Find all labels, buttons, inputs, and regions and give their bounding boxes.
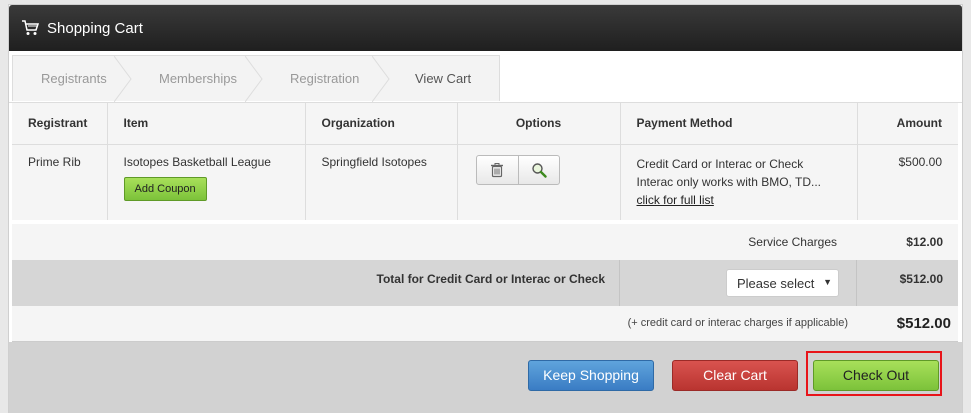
service-charges-amount: $12.00	[906, 235, 943, 249]
chevron-right-icon	[114, 56, 132, 102]
shopping-cart-panel: Shopping Cart Registrants Memberships Re…	[8, 4, 963, 413]
registrant-cell: Prime Rib	[12, 144, 108, 220]
breadcrumb-registration[interactable]: Registration	[262, 56, 390, 102]
item-name: Isotopes Basketball League	[123, 154, 271, 169]
clear-cart-button[interactable]: Clear Cart	[672, 360, 798, 391]
breadcrumb-memberships[interactable]: Memberships	[131, 56, 263, 102]
trash-icon	[491, 162, 503, 177]
payment-method-select[interactable]: Please select ▼	[726, 269, 839, 297]
payment-method-cell: Credit Card or Interac or Check Interac …	[620, 144, 858, 220]
options-button-group	[475, 154, 560, 185]
magnifier-icon	[531, 162, 547, 178]
view-button[interactable]	[517, 155, 559, 184]
cart-icon	[21, 19, 40, 37]
col-registrant: Registrant	[12, 103, 108, 145]
col-amount: Amount	[857, 103, 958, 145]
keep-shopping-button[interactable]: Keep Shopping	[528, 360, 654, 391]
total-row: Total for Credit Card or Interac or Chec…	[12, 260, 958, 306]
service-charges-label: Service Charges	[748, 235, 837, 249]
col-options: Options	[457, 103, 621, 145]
payment-methods-text: Credit Card or Interac or Check	[636, 156, 804, 171]
table-row: Prime Rib Isotopes Basketball League Add…	[12, 144, 958, 220]
item-cell: Isotopes Basketball League Add Coupon	[107, 144, 306, 220]
col-item: Item	[107, 103, 306, 145]
delete-button[interactable]	[477, 156, 518, 184]
grand-total-row: (+ credit card or interac charges if app…	[12, 306, 958, 342]
options-cell	[457, 144, 621, 220]
cart-footer: Keep Shopping Clear Cart Check Out	[9, 342, 962, 413]
breadcrumb-view-cart: View Cart	[415, 71, 472, 86]
chevron-right-icon	[245, 56, 263, 102]
total-amount: $512.00	[899, 272, 943, 286]
breadcrumb-registrants[interactable]: Registrants	[13, 56, 132, 102]
payment-note: Interac only works with BMO, TD...	[636, 174, 822, 189]
cart-table: Registrant Item Organization Options Pay…	[12, 103, 958, 220]
charges-note: (+ credit card or interac charges if app…	[627, 317, 848, 329]
cart-header: Shopping Cart	[9, 5, 962, 51]
chevron-right-icon	[372, 56, 390, 102]
check-out-button[interactable]: Check Out	[813, 360, 939, 391]
organization-cell: Springfield Isotopes	[305, 144, 458, 220]
full-list-link[interactable]: click for full list	[637, 193, 714, 207]
page-title: Shopping Cart	[47, 19, 143, 37]
grand-total-amount: $512.00	[896, 315, 951, 332]
add-coupon-button[interactable]: Add Coupon	[123, 176, 207, 201]
caret-down-icon: ▼	[823, 277, 832, 287]
total-label: Total for Credit Card or Interac or Chec…	[376, 272, 606, 286]
service-charges-row: Service Charges $12.00	[12, 224, 958, 260]
col-organization: Organization	[305, 103, 458, 145]
amount-cell: $500.00	[857, 144, 958, 220]
col-payment-method: Payment Method	[620, 103, 858, 145]
breadcrumb: Registrants Memberships Registration Vie…	[9, 51, 962, 103]
